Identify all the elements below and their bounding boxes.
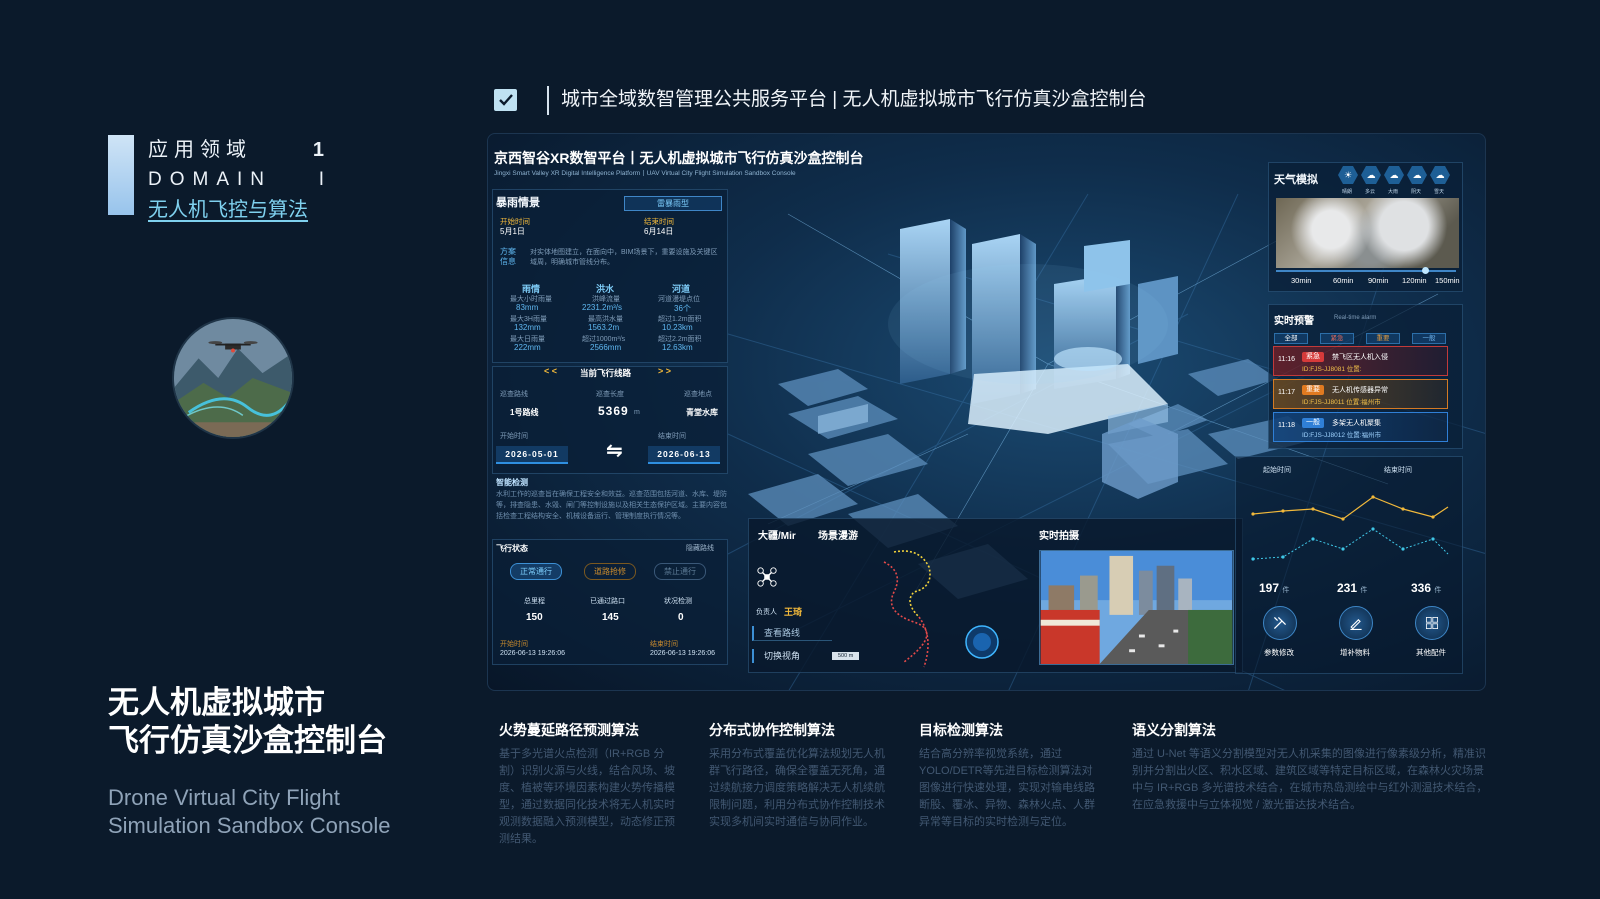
console-title: 京西智谷XR数智平台丨无人机虚拟城市飞行仿真沙盒控制台 <box>494 150 864 166</box>
weather-title: 天气模拟 <box>1274 174 1318 186</box>
alarm-tab-urgent[interactable]: 紧急 <box>1320 333 1354 344</box>
tools-icon[interactable] <box>1263 606 1297 640</box>
alarm-tab-important[interactable]: 重要 <box>1366 333 1400 344</box>
drone-avatar <box>172 317 294 439</box>
count-parts: 336 件 <box>1411 581 1442 595</box>
route-map <box>883 550 999 668</box>
stats-trend-chart <box>1251 495 1449 561</box>
domain-label-en: DOMAIN <box>148 169 272 190</box>
hero-title: 无人机虚拟城市 飞行仿真沙盒控制台 <box>108 685 387 758</box>
storm-plan-text: 对实体地图建立，在面向中，BIM场景下，重要设施及关键区域周，明确城市管线分布。 <box>530 249 718 266</box>
alarm-tab-normal[interactable]: 一般 <box>1412 333 1446 344</box>
status-normal-button[interactable]: 正常通行 <box>510 563 562 580</box>
storm-tag[interactable]: 雷暴雨型 <box>624 196 722 211</box>
storm-end-value: 6月14日 <box>644 227 674 236</box>
console-screenshot: 京西智谷XR数智平台丨无人机虚拟城市飞行仿真沙盒控制台 Jingxi Smart… <box>487 133 1486 691</box>
flight-title: 飞行状态 <box>496 544 528 553</box>
alarm-item-important[interactable]: 11:17 重要 无人机传感器异常 ID:FJS-JJ8011 位置:福州市 <box>1273 379 1448 409</box>
edit-icon[interactable] <box>1339 606 1373 640</box>
parts-icon[interactable] <box>1415 606 1449 640</box>
domain-roman: I <box>318 169 324 190</box>
alarm-item-normal[interactable]: 11:18 一般 多架无人机聚集 ID:FJS-JJ8012 位置:福州市 <box>1273 412 1448 442</box>
city-photo <box>1040 551 1233 664</box>
storm-plan-label: 方案信息 <box>500 247 516 266</box>
count-param: 197 件 <box>1259 581 1290 595</box>
algo-fire-spread: 火势蔓延路径预测算法 基于多光谱火点检测（IR+RGB 分割）识别火源与火线，结… <box>499 722 675 845</box>
live-camera-feed <box>1039 550 1234 665</box>
algo-object-detection: 目标检测算法 结合高分辨率视觉系统，通过YOLO/DETR等先进目标检测算法对图… <box>919 722 1095 828</box>
alarm-title: 实时预警 <box>1274 316 1314 327</box>
route-start-date[interactable]: 2026-05-01 <box>496 446 568 464</box>
storm-start-value: 5月1日 <box>500 227 525 236</box>
flight-hide-link[interactable]: 隐藏路线 <box>686 543 714 553</box>
header-title: 城市全域数智管理公共服务平台 | 无人机虚拟城市飞行仿真沙盒控制台 <box>561 89 1147 110</box>
route-end-date[interactable]: 2026-06-13 <box>648 446 720 464</box>
status-repair-button[interactable]: 道路抢修 <box>584 563 636 580</box>
swap-icon[interactable]: ⇋ <box>606 438 623 463</box>
domain-label-cn: 应用领域 <box>148 139 252 161</box>
drone-owner: 王琦 <box>784 607 803 617</box>
checkbox-checked[interactable] <box>494 89 517 111</box>
switch-view-button[interactable]: 切换视角 <box>752 649 830 663</box>
algo-distributed-control: 分布式协作控制算法 采用分布式覆盖优化算法规划无人机群飞行路径，确保全覆盖无死角… <box>709 722 885 828</box>
smart-title: 智能检测 <box>496 478 528 487</box>
route-next-icon[interactable]: > > <box>658 366 671 376</box>
map-scale: 500 m <box>832 652 860 660</box>
console-subtitle-en: Jingxi Smart Valley XR Digital Intellige… <box>494 170 796 177</box>
status-closed-button[interactable]: 禁止通行 <box>654 563 706 580</box>
hero-subtitle: Drone Virtual City Flight Simulation San… <box>108 785 391 838</box>
drone-landscape-image <box>174 319 292 437</box>
view-route-button[interactable]: 查看路线 <box>752 626 832 641</box>
domain-block: 应用领域 1 DOMAIN I 无人机飞控与算法 <box>148 135 324 225</box>
weather-timeline[interactable] <box>1276 270 1456 272</box>
domain-number: 1 <box>312 139 324 161</box>
storm-title: 暴雨情景 <box>496 197 540 209</box>
algo-semantic-segmentation: 语义分割算法 通过 U-Net 等语义分割模型对无人机采集的图像进行像素级分析，… <box>1132 722 1488 811</box>
domain-link[interactable]: 无人机飞控与算法 <box>148 195 324 225</box>
route-prev-icon[interactable]: < < <box>544 366 557 376</box>
alarm-item-urgent[interactable]: 11:16 紧急 禁飞区无人机入侵 ID:FJS-JJ8081 位置: <box>1273 346 1448 376</box>
weather-satellite-map <box>1276 198 1459 268</box>
count-material: 231 件 <box>1337 581 1368 595</box>
drone-title: 大疆/Mir <box>758 531 796 542</box>
live-title: 实时拍摄 <box>1039 531 1079 542</box>
check-icon <box>498 94 513 106</box>
drone-icon <box>757 567 777 587</box>
domain-accent-bar <box>108 135 134 215</box>
smart-text: 水利工作的巡查旨在确保工程安全和效益。巡查范围包括河道、水库、堤防等，排查隐患、… <box>496 491 727 520</box>
drone-subtitle: 场景漫游 <box>818 531 858 542</box>
weather-timeline-handle[interactable] <box>1422 267 1429 274</box>
header-divider <box>547 86 549 115</box>
route-title: 当前飞行线路 <box>580 368 632 378</box>
alarm-tab-all[interactable]: 全部 <box>1274 333 1308 344</box>
